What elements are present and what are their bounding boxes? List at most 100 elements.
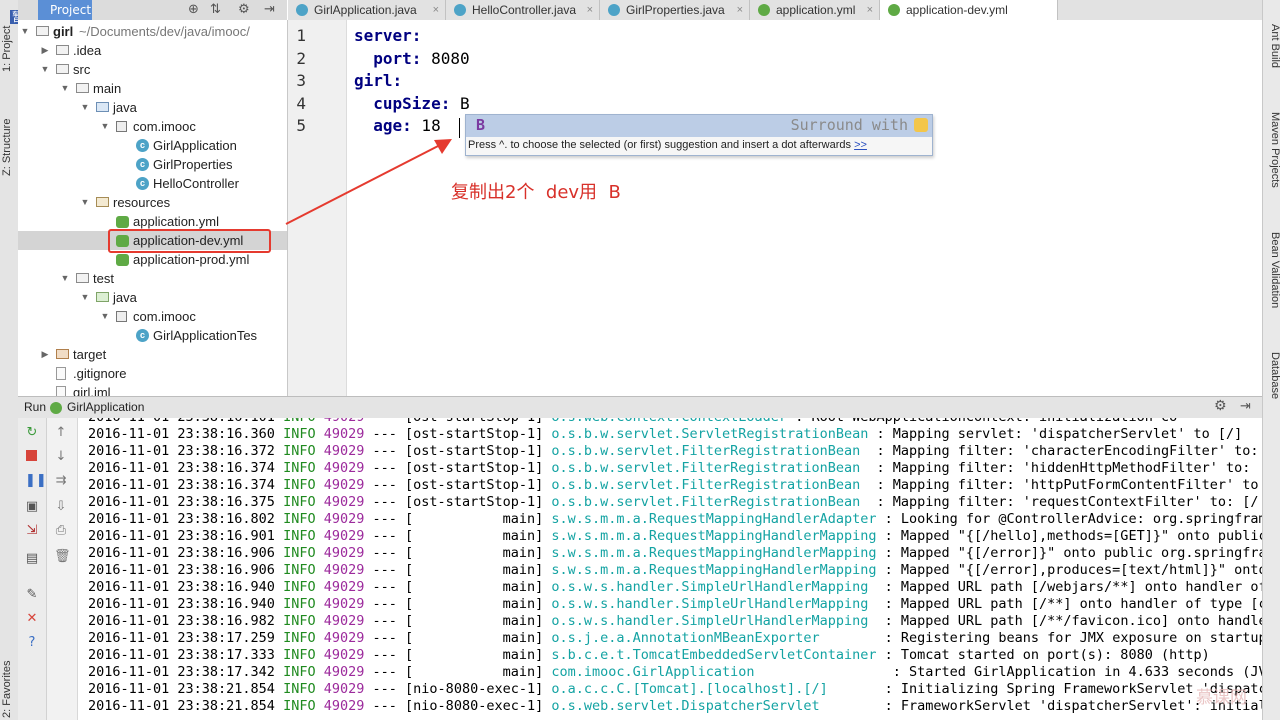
console-output[interactable]: 2016-11-01 23:38:16.101 INFO 49029 --- [… — [78, 418, 1262, 720]
autocomplete-suggestion-row[interactable]: B Surround with — [466, 115, 932, 137]
tree-item-label: GirlApplicationTes — [153, 328, 258, 343]
trash-icon[interactable]: 🗑 — [54, 550, 71, 564]
tree-item-label: HelloController — [153, 176, 239, 191]
structure-tool-button[interactable]: Z: Structure — [1, 96, 17, 176]
scroll-to-end-icon[interactable]: ⇩ — [54, 500, 68, 514]
close-icon[interactable]: ✕ — [25, 612, 39, 626]
expand-arrow-icon[interactable]: ▼ — [20, 22, 30, 41]
editor-tab[interactable]: GirlProperties.java × — [600, 0, 750, 20]
log-timestamp: 2016-11-01 23:38:16.374 — [88, 477, 275, 493]
stop-icon[interactable] — [26, 450, 37, 461]
rerun-icon[interactable]: ↻ — [25, 426, 39, 440]
collapse-arrow-icon[interactable]: ▶ — [40, 345, 50, 364]
code-line[interactable]: girl: — [354, 71, 402, 90]
scroll-down-icon[interactable]: ↓ — [54, 450, 68, 464]
run-hide-icon[interactable]: ⇥ — [1240, 399, 1251, 414]
bean-validation-tool-button[interactable]: Bean Validation — [1265, 232, 1280, 322]
run-config-title[interactable]: GirlApplication — [67, 400, 144, 414]
favorites-tool-button[interactable]: 2: Favorites — [1, 652, 17, 718]
yaml-key: port: — [354, 48, 422, 68]
expand-arrow-icon[interactable]: ▼ — [40, 60, 50, 79]
code-line[interactable]: port: 8080 — [354, 48, 469, 68]
layout-icon[interactable]: ▤ — [25, 552, 39, 566]
soft-wrap-icon[interactable]: ⇉ — [54, 474, 68, 488]
collapse-icon[interactable]: ⇅ — [210, 2, 221, 18]
log-separator: --- — [372, 647, 397, 663]
tree-item[interactable]: ▼ main — [18, 79, 287, 98]
expand-arrow-icon[interactable]: ▼ — [80, 193, 90, 212]
tab-close-icon[interactable]: × — [433, 0, 439, 20]
editor-tab[interactable]: application.yml × — [750, 0, 880, 20]
expand-arrow-icon[interactable]: ▼ — [100, 117, 110, 136]
tree-item[interactable]: girl.iml — [18, 383, 287, 396]
tree-item[interactable]: c GirlApplication — [18, 136, 287, 155]
hide-icon[interactable]: ⇥ — [264, 2, 275, 18]
expand-arrow-icon[interactable]: ▼ — [60, 269, 70, 288]
tree-item[interactable]: c GirlApplicationTes — [18, 326, 287, 345]
gear-icon[interactable]: ⚙ — [238, 2, 250, 18]
maven-projects-tool-button[interactable]: Maven Projects — [1265, 112, 1280, 202]
expand-arrow-icon[interactable]: ▼ — [60, 79, 70, 98]
log-message: : Tomcat started on port(s): 8080 (http) — [884, 647, 1210, 663]
file-type-icon — [454, 4, 466, 16]
tree-item[interactable]: .gitignore — [18, 364, 287, 383]
log-line: 2016-11-01 23:38:16.375 INFO 49029 --- [… — [88, 494, 1259, 511]
autocomplete-suggestion[interactable]: B — [476, 116, 485, 134]
class-icon: c — [136, 177, 149, 190]
collapse-arrow-icon[interactable]: ▶ — [40, 41, 50, 60]
exit-icon[interactable]: ⇲ — [25, 524, 39, 538]
database-tool-button[interactable]: Database — [1265, 352, 1280, 412]
editor-tab[interactable]: GirlApplication.java × — [288, 0, 446, 20]
tree-item[interactable]: ▼ src — [18, 60, 287, 79]
line-number: 3 — [296, 71, 306, 90]
tree-item-label: com.imooc — [133, 119, 196, 134]
tab-close-icon[interactable]: × — [737, 0, 743, 20]
autocomplete-more-link[interactable]: >> — [854, 139, 867, 151]
code-line[interactable]: cupSize: B — [354, 94, 469, 113]
tree-item[interactable]: ▶ target — [18, 345, 287, 364]
tree-item[interactable]: ▼ java — [18, 288, 287, 307]
editor-tab[interactable]: HelloController.java × — [446, 0, 600, 20]
class-icon: c — [136, 329, 149, 342]
expand-arrow-icon[interactable]: ▼ — [80, 288, 90, 307]
project-view-tab[interactable]: Project — [38, 0, 92, 20]
expand-arrow-icon[interactable]: ▼ — [100, 307, 110, 326]
scroll-up-icon[interactable]: ↑ — [54, 426, 68, 440]
print-icon[interactable]: ⎙ — [54, 524, 68, 538]
camera-icon[interactable]: ▣ — [25, 500, 39, 514]
pin-icon[interactable]: ✎ — [25, 588, 39, 602]
log-level: INFO — [283, 698, 316, 714]
log-pid: 49029 — [323, 698, 365, 714]
tree-item[interactable]: ▼ com.imooc — [18, 117, 287, 136]
tree-item[interactable]: ▼ java — [18, 98, 287, 117]
ant-build-tool-button[interactable]: Ant Build — [1265, 24, 1280, 84]
log-message: : Mapping filter: 'characterEncodingFilt… — [868, 443, 1259, 459]
run-settings-gear-icon[interactable]: ⚙ — [1214, 398, 1227, 414]
source-folder-icon — [96, 102, 109, 112]
tree-item[interactable]: ▼ girl ~/Documents/dev/java/imooc/ — [18, 22, 287, 41]
tree-item[interactable]: c HelloController — [18, 174, 287, 193]
tree-item[interactable]: ▼ test — [18, 269, 287, 288]
log-timestamp: 2016-11-01 23:38:16.906 — [88, 562, 275, 578]
tree-item[interactable]: c GirlProperties — [18, 155, 287, 174]
log-message: : Mapped URL path [/**/favicon.ico] onto… — [876, 613, 1262, 629]
tree-item[interactable]: ▼ resources — [18, 193, 287, 212]
sync-icon[interactable]: ⊕ — [188, 2, 199, 18]
tab-close-icon[interactable]: × — [587, 0, 593, 20]
log-logger: s.w.s.m.m.a.RequestMappingHandlerMapping — [551, 562, 877, 578]
tree-item[interactable]: ▼ com.imooc — [18, 307, 287, 326]
editor-tab-label: HelloController.java — [472, 3, 577, 17]
pause-icon[interactable]: ❚❚ — [25, 474, 47, 488]
code-editor[interactable]: server: port: 8080 girl: cupSize: B age: … — [347, 20, 1262, 396]
tab-close-icon[interactable]: × — [867, 0, 873, 20]
code-line[interactable]: server: — [354, 26, 421, 45]
tree-item[interactable]: ▶ .idea — [18, 41, 287, 60]
log-timestamp: 2016-11-01 23:38:16.372 — [88, 443, 275, 459]
help-icon[interactable]: ? — [25, 636, 39, 650]
log-message: : Mapped URL path [/**] onto handler of … — [876, 596, 1262, 612]
log-logger: o.s.b.w.servlet.ServletRegistrationBean — [551, 426, 869, 442]
log-message: : Mapped "{[/hello],methods=[GET]}" onto… — [884, 528, 1262, 544]
editor-tab[interactable]: application-dev.yml — [880, 0, 1058, 20]
expand-arrow-icon[interactable]: ▼ — [80, 98, 90, 117]
log-thread: [ost-startStop-1] — [405, 426, 544, 442]
